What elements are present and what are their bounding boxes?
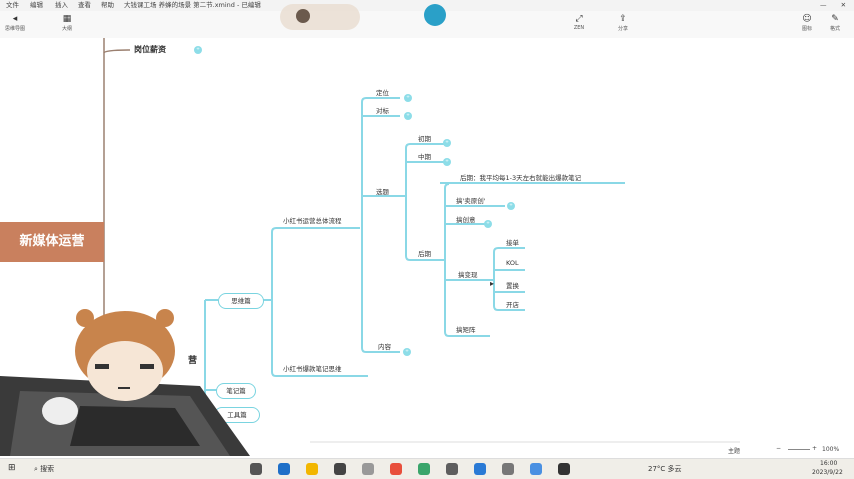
menu-insert[interactable]: 插入 (55, 0, 68, 11)
format-label: 格式 (829, 26, 840, 32)
window-title: 大钱课工场 养蜂的场景 第二节.xmind - 已编辑 (124, 1, 261, 9)
presenter-avatar-icon (0, 309, 250, 456)
windows-start-icon[interactable]: ⊞ (8, 463, 16, 473)
outline-view-label: 大纲 (61, 26, 72, 32)
topic-topic-selection[interactable]: 选题 (376, 186, 389, 196)
topic-monetize[interactable]: 搞变现 (458, 269, 478, 279)
watermark-logo (280, 4, 360, 30)
topic-matrix[interactable]: 搞矩阵 (456, 324, 476, 334)
share-button[interactable]: ⇪ 分享 (608, 14, 638, 32)
home-icon: ◂ (12, 14, 18, 24)
window-controls[interactable]: — ✕ (820, 0, 852, 11)
fullscreen-icon: ⤢ (575, 14, 583, 24)
mindmap-canvas[interactable]: 新媒体运营 岗位薪资 + 思维篇 笔记篇 工具篇 小红书运营总体流程 小红书爆款… (0, 38, 854, 456)
taskbar: ⊞ ⌕ 搜索 27°C 多云 16:00 2023/9/22 (0, 458, 854, 479)
zen-button[interactable]: ⤢ ZEN (564, 14, 594, 31)
format-icon: ✎ (831, 14, 839, 24)
topic-original[interactable]: 搞'卖原创' (456, 195, 486, 205)
topic-early[interactable]: 初期 (418, 133, 431, 143)
zoom-out-icon[interactable]: − (776, 445, 781, 452)
mindmap-view-label: 思维导图 (4, 26, 25, 32)
zoom-level: 100% (822, 446, 840, 453)
collapse-badge[interactable]: + (403, 348, 411, 356)
logo-avatar-icon (296, 9, 310, 23)
topic-middle[interactable]: 中期 (418, 151, 431, 161)
app-icon[interactable] (558, 463, 570, 475)
topic-positioning[interactable]: 定位 (376, 87, 389, 97)
collapse-badge[interactable]: + (194, 46, 202, 54)
theme-button[interactable]: 主题 (728, 446, 740, 455)
explorer-icon[interactable] (306, 463, 318, 475)
topic-creative[interactable]: 搞创意 (456, 214, 476, 224)
topic-swap[interactable]: 置换 (506, 280, 519, 290)
app-icon[interactable] (446, 463, 458, 475)
topic-late-note[interactable]: 后期：我平均每1-3天左右就能出爆款笔记 (460, 172, 581, 182)
taskview-icon[interactable] (250, 463, 262, 475)
status-bar: 主题 − + 100% (704, 444, 854, 456)
topic-orders[interactable]: 接单 (506, 237, 519, 247)
topic-late[interactable]: 后期 (418, 248, 431, 258)
app-icon[interactable] (334, 463, 346, 475)
xmind-icon[interactable] (390, 463, 402, 475)
collapse-badge[interactable]: + (443, 158, 451, 166)
profile-circle-icon (424, 4, 446, 26)
mouse-cursor-icon: ▸ (490, 279, 495, 288)
grid-icon: ▦ (62, 14, 72, 24)
app-icon[interactable] (502, 463, 514, 475)
clock-date[interactable]: 2023/9/22 (812, 469, 843, 476)
collapse-badge[interactable]: + (404, 94, 412, 102)
root-topic[interactable]: 新媒体运营 (0, 222, 104, 262)
share-icon: ⇪ (619, 14, 627, 24)
app-icon[interactable] (418, 463, 430, 475)
zen-label: ZEN (573, 25, 585, 31)
topic-overall-process[interactable]: 小红书运营总体流程 (283, 215, 342, 225)
menu-view[interactable]: 查看 (78, 0, 91, 11)
collapse-badge[interactable]: + (443, 139, 451, 147)
menu-help[interactable]: 帮助 (101, 0, 114, 11)
webcam-overlay (0, 296, 250, 456)
zoom-in-icon[interactable]: + (812, 445, 817, 452)
collapse-badge[interactable]: + (484, 220, 492, 228)
clock-time[interactable]: 16:00 (820, 460, 837, 467)
topic-content[interactable]: 内容 (378, 341, 391, 351)
topic-kol[interactable]: KOL (506, 259, 519, 267)
app-icon[interactable] (474, 463, 486, 475)
topic-store[interactable]: 开店 (506, 299, 519, 309)
edge-icon[interactable] (278, 463, 290, 475)
topic-viral-thinking[interactable]: 小红书爆款笔记思维 (283, 363, 342, 373)
mark-button[interactable]: ☺ 图标 (792, 14, 822, 32)
collapse-badge[interactable]: + (404, 112, 412, 120)
format-button[interactable]: ✎ 格式 (820, 14, 850, 32)
topic-partial-label: 营 (188, 356, 198, 366)
taskbar-search[interactable]: ⌕ 搜索 (34, 464, 54, 474)
topic-position-salary[interactable]: 岗位薪资 (134, 44, 166, 55)
mark-label: 图标 (801, 26, 812, 32)
menu-file[interactable]: 文件 (6, 0, 19, 11)
mindmap-view-button[interactable]: ◂ 思维导图 (0, 14, 30, 32)
search-label: 搜索 (40, 465, 55, 473)
collapse-badge[interactable]: + (507, 202, 515, 210)
app-icon[interactable] (530, 463, 542, 475)
zoom-slider[interactable] (788, 449, 810, 450)
share-label: 分享 (617, 26, 628, 32)
weather-widget[interactable]: 27°C 多云 (648, 464, 682, 474)
outline-view-button[interactable]: ▦ 大纲 (52, 14, 82, 32)
topic-benchmark[interactable]: 对标 (376, 105, 389, 115)
menu-edit[interactable]: 编辑 (30, 0, 43, 11)
mark-icon: ☺ (802, 14, 812, 24)
app-icon[interactable] (362, 463, 374, 475)
